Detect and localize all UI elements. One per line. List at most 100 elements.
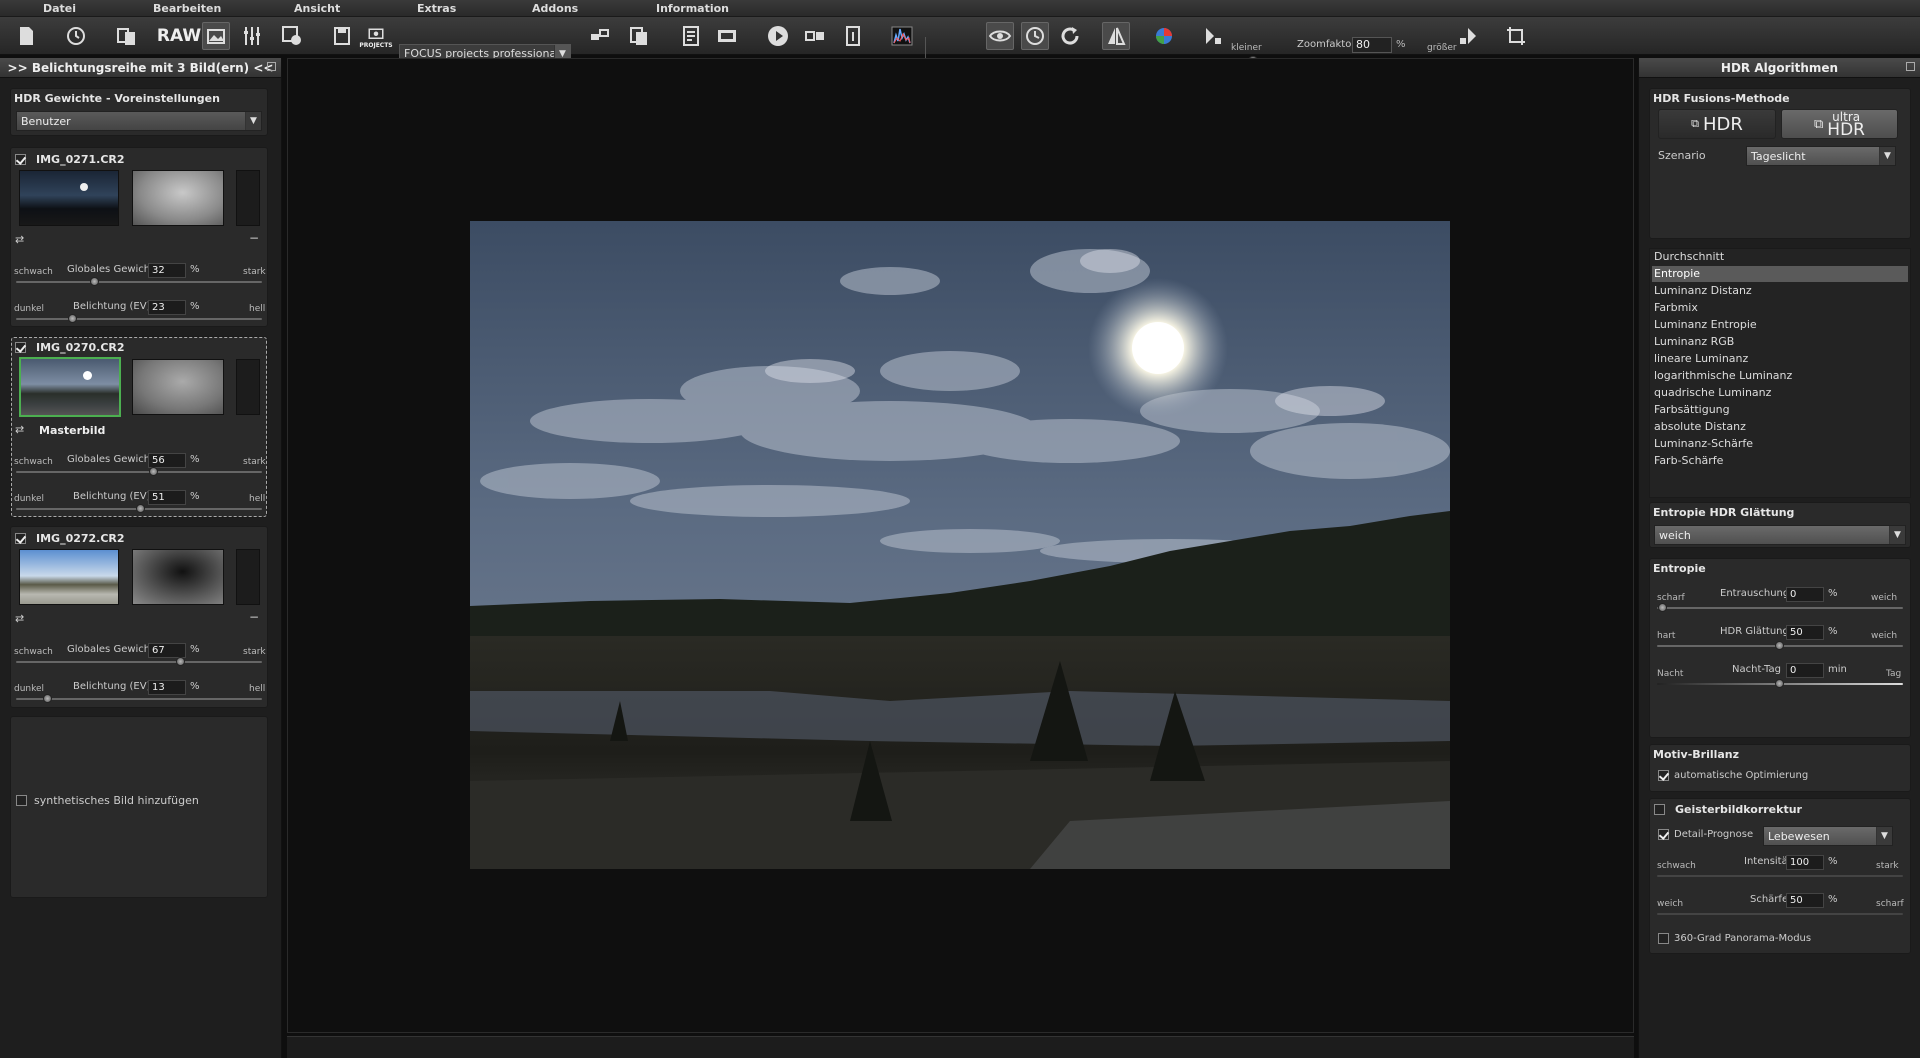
master-toggle-icon[interactable]: ⇄ bbox=[15, 423, 24, 436]
exposure-input[interactable]: 51 bbox=[148, 490, 186, 505]
exposure-input[interactable]: 13 bbox=[148, 680, 186, 695]
algorithm-item[interactable]: Entropie bbox=[1652, 266, 1908, 282]
synthetic-checkbox[interactable] bbox=[16, 795, 27, 806]
algorithm-item[interactable]: Durchschnitt bbox=[1652, 249, 1908, 265]
save-button[interactable] bbox=[328, 22, 356, 50]
algorithm-item[interactable]: absolute Distanz bbox=[1652, 419, 1908, 435]
hdr-mode-button[interactable]: ⧉ HDR bbox=[1658, 109, 1776, 139]
export-button[interactable] bbox=[585, 22, 613, 50]
pin-icon[interactable] bbox=[1906, 62, 1915, 71]
algorithm-item[interactable]: Luminanz Entropie bbox=[1652, 317, 1908, 333]
algorithm-item[interactable]: Farbsättigung bbox=[1652, 402, 1908, 418]
dark-label: dunkel bbox=[14, 684, 45, 694]
open-images-button[interactable] bbox=[113, 22, 141, 50]
smoothing-select[interactable]: weich ▼ bbox=[1654, 525, 1906, 545]
denoise-input[interactable]: 0 bbox=[1786, 587, 1824, 602]
exposure-slider-track[interactable] bbox=[16, 318, 262, 320]
pin-icon[interactable] bbox=[267, 62, 276, 71]
ghost-correction-checkbox[interactable] bbox=[1654, 804, 1665, 815]
detail-forecast-checkbox[interactable] bbox=[1658, 829, 1669, 840]
scenario-select[interactable]: Tageslicht ▼ bbox=[1746, 146, 1896, 166]
denoise-slider-track[interactable] bbox=[1657, 607, 1903, 609]
algorithm-item[interactable]: logarithmische Luminanz bbox=[1652, 368, 1908, 384]
algorithm-item[interactable]: lineare Luminanz bbox=[1652, 351, 1908, 367]
hdr-smoothing-slider-knob[interactable] bbox=[1775, 641, 1784, 650]
weight-input[interactable]: 56 bbox=[148, 453, 186, 468]
algorithm-item[interactable]: quadrische Luminanz bbox=[1652, 385, 1908, 401]
image-enable-checkbox[interactable] bbox=[15, 154, 26, 165]
image-name: IMG_0270.CR2 bbox=[36, 341, 125, 354]
crop-button[interactable] bbox=[1502, 22, 1530, 50]
algorithm-item[interactable]: Farbmix bbox=[1652, 300, 1908, 316]
projects-button[interactable]: PROJECTS bbox=[359, 22, 393, 50]
info-button[interactable] bbox=[839, 22, 867, 50]
algorithm-item[interactable]: Luminanz Distanz bbox=[1652, 283, 1908, 299]
histogram-button[interactable] bbox=[888, 22, 916, 50]
menu-extras[interactable]: Extras bbox=[417, 2, 456, 15]
image-enable-checkbox[interactable] bbox=[15, 342, 26, 353]
image-thumbnail[interactable] bbox=[19, 549, 119, 605]
weight-slider-knob[interactable] bbox=[148, 467, 158, 476]
film-button[interactable] bbox=[713, 22, 741, 50]
weight-input[interactable]: 32 bbox=[148, 263, 186, 278]
play-button[interactable] bbox=[764, 22, 792, 50]
detail-forecast-select[interactable]: Lebewesen ▼ bbox=[1763, 826, 1893, 846]
adjust-button[interactable] bbox=[238, 22, 266, 50]
master-toggle-icon[interactable]: ⇄ bbox=[15, 612, 24, 625]
weight-slider-track[interactable] bbox=[16, 661, 262, 663]
collapse-icon[interactable]: − bbox=[249, 610, 259, 624]
zoom-out-button[interactable] bbox=[1200, 22, 1228, 50]
algorithm-item[interactable]: Farb-Schärfe bbox=[1652, 453, 1908, 469]
preset-select[interactable]: Benutzer ▼ bbox=[16, 111, 262, 131]
exposure-slider-knob[interactable] bbox=[42, 694, 52, 703]
menu-addons[interactable]: Addons bbox=[532, 2, 578, 15]
zoom-in-button[interactable] bbox=[1454, 22, 1482, 50]
refresh-button[interactable] bbox=[1056, 22, 1084, 50]
night-day-input[interactable]: 0 bbox=[1786, 663, 1824, 678]
zoom-input[interactable]: 80 bbox=[1352, 37, 1392, 53]
copy-button[interactable] bbox=[625, 22, 653, 50]
menu-bearbeiten[interactable]: Bearbeiten bbox=[153, 2, 221, 15]
weight-slider-track[interactable] bbox=[16, 471, 262, 473]
hdr-preview-image[interactable] bbox=[470, 221, 1450, 869]
color-button[interactable] bbox=[1150, 22, 1178, 50]
exposure-slider-track[interactable] bbox=[16, 698, 262, 700]
weight-slider-track[interactable] bbox=[16, 281, 262, 283]
print-button[interactable] bbox=[677, 22, 705, 50]
image-enable-checkbox[interactable] bbox=[15, 533, 26, 544]
ultra-hdr-mode-button[interactable]: ⧉ ultra HDR bbox=[1781, 109, 1898, 139]
compare-button[interactable] bbox=[801, 22, 829, 50]
preview-eye-button[interactable] bbox=[986, 22, 1014, 50]
sharpness-slider-track[interactable] bbox=[1657, 913, 1903, 915]
weight-input[interactable]: 67 bbox=[148, 643, 186, 658]
weight-slider-knob[interactable] bbox=[175, 657, 185, 666]
new-file-button[interactable] bbox=[12, 22, 40, 50]
intensity-input[interactable]: 100 bbox=[1786, 855, 1824, 870]
menu-datei[interactable]: Datei bbox=[43, 2, 76, 15]
image-thumbnail[interactable] bbox=[19, 357, 121, 417]
algorithm-item[interactable]: Luminanz-Schärfe bbox=[1652, 436, 1908, 452]
panorama-checkbox[interactable] bbox=[1658, 933, 1669, 944]
weight-slider-knob[interactable] bbox=[89, 277, 99, 286]
algorithm-item[interactable]: Luminanz RGB bbox=[1652, 334, 1908, 350]
intensity-slider-track[interactable] bbox=[1657, 875, 1903, 877]
exposure-unit: % bbox=[190, 681, 200, 692]
live-update-button[interactable] bbox=[1021, 22, 1049, 50]
sharpness-input[interactable]: 50 bbox=[1786, 893, 1824, 908]
menu-information[interactable]: Information bbox=[656, 2, 729, 15]
menu-ansicht[interactable]: Ansicht bbox=[294, 2, 340, 15]
raw-button[interactable]: RAW bbox=[157, 22, 201, 50]
gallery-button[interactable] bbox=[202, 22, 230, 50]
hdr-smoothing-input[interactable]: 50 bbox=[1786, 625, 1824, 640]
auto-optimization-checkbox[interactable] bbox=[1658, 770, 1669, 781]
collapse-icon[interactable]: − bbox=[249, 231, 259, 245]
master-toggle-icon[interactable]: ⇄ bbox=[15, 233, 24, 246]
image-thumbnail[interactable] bbox=[19, 170, 119, 226]
denoise-slider-knob[interactable] bbox=[1658, 603, 1667, 612]
batch-settings-button[interactable] bbox=[278, 22, 306, 50]
exposure-input[interactable]: 23 bbox=[148, 300, 186, 315]
history-button[interactable] bbox=[62, 22, 90, 50]
exposure-slider-knob[interactable] bbox=[67, 314, 77, 323]
mirror-button[interactable] bbox=[1102, 22, 1130, 50]
night-day-slider-knob[interactable] bbox=[1775, 679, 1784, 688]
